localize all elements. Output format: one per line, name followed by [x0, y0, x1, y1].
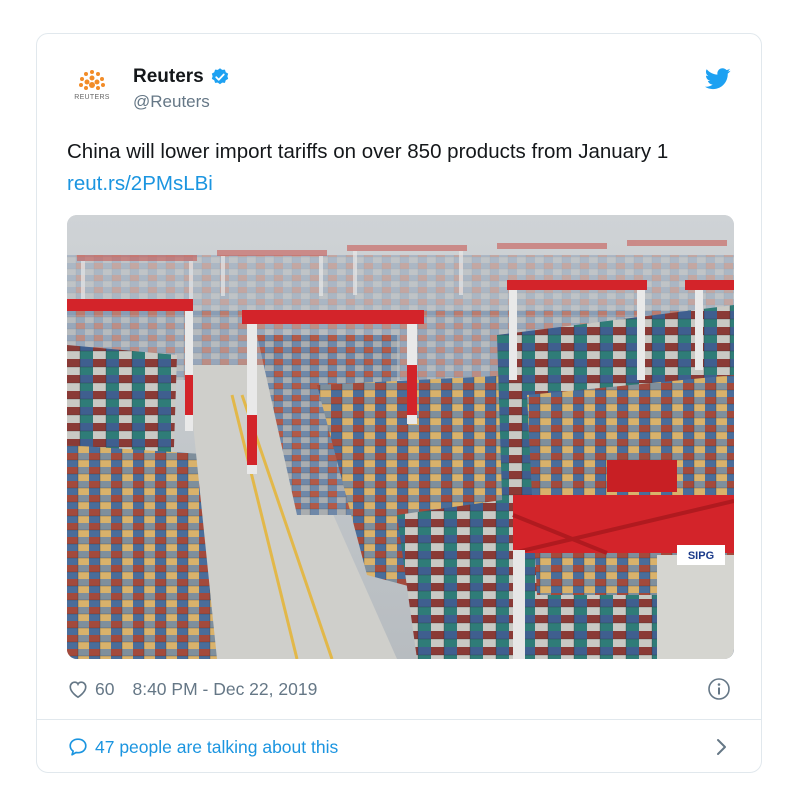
tweet-header: REUTERS Reuters @Reuters: [67, 64, 731, 120]
name-block: Reuters @Reuters: [133, 64, 230, 112]
tweet-photo[interactable]: SIPG: [67, 215, 734, 659]
crane-label: SIPG: [688, 550, 714, 562]
container-port-photo: SIPG: [67, 215, 734, 659]
speech-bubble-icon: [69, 738, 87, 756]
verified-badge-icon: [211, 68, 228, 85]
avatar[interactable]: REUTERS: [67, 64, 117, 114]
info-icon[interactable]: [707, 677, 731, 701]
avatar-wordmark: REUTERS: [74, 94, 110, 101]
like-count[interactable]: 60: [95, 679, 114, 700]
name-row: Reuters: [133, 64, 230, 90]
timestamp[interactable]: 8:40 PM - Dec 22, 2019: [132, 679, 317, 700]
tweet-body: China will lower import tariffs on over …: [67, 140, 669, 163]
tweet-card[interactable]: REUTERS Reuters @Reuters China will lowe…: [36, 33, 762, 773]
reuters-logo-icon: [79, 70, 105, 90]
handle[interactable]: @Reuters: [133, 92, 230, 112]
conversation-footer[interactable]: 47 people are talking about this: [67, 732, 731, 762]
tweet-link[interactable]: reut.rs/2PMsLBi: [67, 172, 213, 195]
heart-icon[interactable]: [67, 679, 89, 699]
talking-count[interactable]: 47 people are talking about this: [95, 737, 338, 758]
tweet-meta: 60 8:40 PM - Dec 22, 2019: [67, 674, 731, 704]
divider: [37, 719, 761, 720]
display-name[interactable]: Reuters: [133, 66, 204, 88]
chevron-right-icon[interactable]: [715, 737, 729, 757]
twitter-bird-icon[interactable]: [705, 68, 731, 90]
tweet-text: China will lower import tariffs on over …: [67, 136, 737, 200]
